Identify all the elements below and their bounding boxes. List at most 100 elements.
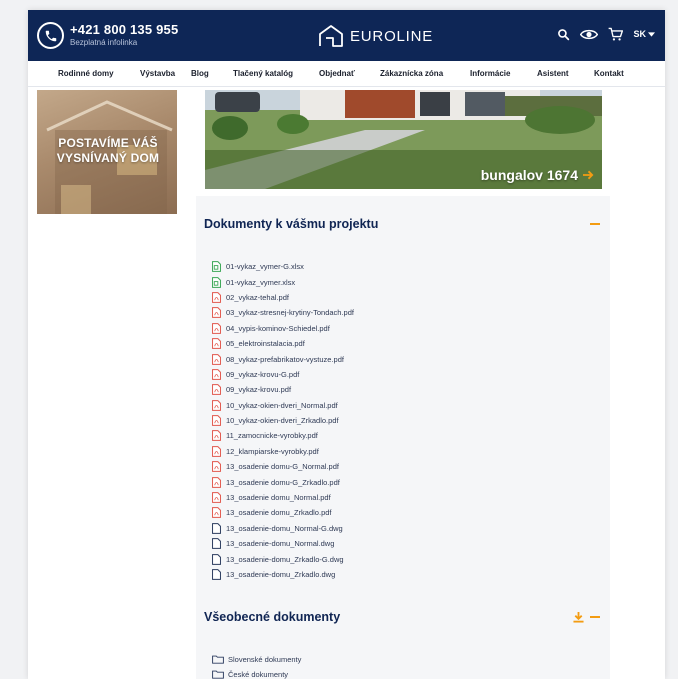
- file-name: 13_osadenie-domu_Normal-G.dwg: [226, 523, 343, 533]
- phone-number[interactable]: +421 800 135 955: [70, 22, 178, 37]
- house-logo-icon: [319, 25, 343, 47]
- project-documents-header[interactable]: Dokumenty k vášmu projektu: [204, 217, 600, 231]
- banner-text: POSTAVÍME VÁŠ VYSNÍVANÝ DOM: [49, 136, 167, 166]
- file-item[interactable]: 13_osadenie-domu_Normal.dwg: [212, 536, 354, 551]
- file-item[interactable]: 13_osadenie domu_Zrkadlo.pdf: [212, 505, 354, 520]
- general-documents-actions: [573, 611, 600, 623]
- excel-file-icon: [212, 276, 221, 288]
- pdf-file-icon: [212, 399, 221, 411]
- pdf-file-icon: [212, 338, 221, 349]
- file-name: 02_vykaz-tehal.pdf: [226, 292, 289, 302]
- file-item[interactable]: 02_vykaz-tehal.pdf: [212, 290, 354, 305]
- arrow-right-icon: [583, 170, 594, 180]
- folder-name: České dokumenty: [228, 670, 289, 679]
- file-item[interactable]: 09_vykaz-krovu.pdf: [212, 382, 354, 397]
- file-item[interactable]: 01-vykaz_vymer.xlsx: [212, 274, 354, 289]
- search-icon[interactable]: [557, 28, 570, 41]
- nav-item-tlaceny-katalog[interactable]: Tlačený katalóg: [233, 69, 319, 78]
- file-name: 13_osadenie-domu_Normal.dwg: [226, 539, 335, 549]
- file-item[interactable]: 12_klampiarske-vyrobky.pdf: [212, 444, 354, 459]
- hero-label-text: bungalov 1674: [480, 167, 578, 183]
- project-documents-title: Dokumenty k vášmu projektu: [204, 217, 379, 231]
- file-item[interactable]: 11_zamocnicke-vyrobky.pdf: [212, 428, 354, 443]
- pdf-file-icon: [212, 492, 221, 503]
- file-item[interactable]: 05_elektroinstalacia.pdf: [212, 336, 354, 351]
- file-name: 13_osadenie domu-G_Normal.pdf: [226, 462, 339, 472]
- nav-item-zakaznicka-zona[interactable]: Zákaznícka zóna: [380, 69, 470, 78]
- logo[interactable]: EUROLINE: [318, 23, 433, 49]
- file-item[interactable]: 10_vykaz-okien-dveri_Normal.pdf: [212, 398, 354, 413]
- download-icon[interactable]: [573, 611, 584, 623]
- nav-item-vystavba[interactable]: Výstavba: [140, 69, 191, 78]
- file-name: 09_vykaz-krovu-G.pdf: [226, 369, 300, 379]
- file-name: 03_vykaz-stresnej-krytiny-Tondach.pdf: [226, 308, 354, 318]
- phone-icon[interactable]: [37, 22, 64, 49]
- file-name: 13_osadenie domu_Normal.pdf: [226, 493, 331, 503]
- file-item[interactable]: 13_osadenie-domu_Zrkadlo.dwg: [212, 567, 354, 582]
- file-item[interactable]: 04_vypis-kominov-Schiedel.pdf: [212, 321, 354, 336]
- top-bar: +421 800 135 955 Bezplatná infolinka EUR…: [28, 10, 665, 61]
- nav-item-blog[interactable]: Blog: [191, 69, 233, 78]
- file-name: 09_vykaz-krovu.pdf: [226, 385, 292, 395]
- file-item[interactable]: 01-vykaz_vymer-G.xlsx: [212, 259, 354, 274]
- file-name: 10_vykaz-okien-dveri_Zrkadlo.pdf: [226, 416, 339, 426]
- file-icon: [212, 553, 221, 565]
- cart-icon[interactable]: [608, 27, 624, 41]
- folder-item[interactable]: České dokumenty: [212, 667, 301, 679]
- pdf-file-icon: [212, 384, 221, 396]
- file-name: 13_osadenie-domu_Zrkadlo.dwg: [226, 570, 336, 579]
- file-name: 10_vykaz-okien-dveri_Normal.pdf: [226, 400, 338, 410]
- project-hero-image[interactable]: bungalov 1674: [205, 90, 602, 189]
- file-name: 13_osadenie domu-G_Zrkadlo.pdf: [226, 477, 340, 487]
- top-icons: SK: [557, 27, 655, 41]
- pdf-file-icon: [212, 507, 221, 519]
- file-name: 08_vykaz-prefabrikatov-vystuze.pdf: [226, 354, 344, 364]
- general-folder-list: Slovenské dokumenty České dokumenty: [212, 652, 301, 679]
- file-name: 12_klampiarske-vyrobky.pdf: [226, 446, 319, 456]
- general-documents-header[interactable]: Všeobecné dokumenty: [204, 610, 600, 624]
- nav-item-rodinne-domy[interactable]: Rodinné domy: [58, 69, 140, 78]
- pdf-file-icon: [212, 307, 221, 319]
- logo-text: EUROLINE: [350, 27, 434, 45]
- language-selector[interactable]: SK: [633, 29, 655, 39]
- pdf-file-icon: [212, 446, 221, 457]
- pdf-file-icon: [212, 353, 221, 365]
- nav-item-objednat[interactable]: Objednať: [319, 69, 380, 78]
- folder-name: Slovenské dokumenty: [228, 655, 302, 664]
- file-item[interactable]: 13_osadenie domu-G_Normal.pdf: [212, 459, 354, 474]
- folder-item[interactable]: Slovenské dokumenty: [212, 652, 301, 667]
- language-label: SK: [633, 29, 646, 39]
- project-file-list: 01-vykaz_vymer-G.xlsx 01-vykaz_vymer.xlsx…: [212, 259, 354, 582]
- file-name: 05_elektroinstalacia.pdf: [226, 339, 305, 349]
- file-item[interactable]: 13_osadenie domu_Normal.pdf: [212, 490, 354, 505]
- eye-icon[interactable]: [580, 28, 599, 41]
- nav-item-asistent[interactable]: Asistent: [537, 69, 594, 78]
- nav-item-kontakt[interactable]: Kontakt: [594, 69, 624, 78]
- file-name: 01-vykaz_vymer-G.xlsx: [226, 262, 304, 272]
- promo-banner[interactable]: POSTAVÍME VÁŠ VYSNÍVANÝ DOM: [37, 90, 177, 214]
- pdf-file-icon: [212, 369, 221, 380]
- file-item[interactable]: 10_vykaz-okien-dveri_Zrkadlo.pdf: [212, 413, 354, 428]
- collapse-icon[interactable]: [590, 616, 600, 618]
- file-item[interactable]: 13_osadenie-domu_Zrkadlo-G.dwg: [212, 551, 354, 566]
- hero-label[interactable]: bungalov 1674: [481, 167, 594, 183]
- nav-item-informacie[interactable]: Informácie: [470, 69, 537, 78]
- pdf-file-icon: [212, 292, 221, 303]
- pdf-file-icon: [212, 461, 221, 473]
- general-documents-title: Všeobecné dokumenty: [204, 610, 341, 624]
- file-item[interactable]: 03_vykaz-stresnej-krytiny-Tondach.pdf: [212, 305, 354, 320]
- file-icon: [212, 522, 221, 534]
- documents-panel: Dokumenty k vášmu projektu 01-vykaz_vyme…: [196, 196, 610, 679]
- excel-file-icon: [212, 261, 221, 273]
- file-item[interactable]: 09_vykaz-krovu-G.pdf: [212, 367, 354, 382]
- collapse-icon[interactable]: [590, 223, 600, 225]
- folder-icon: [212, 670, 224, 679]
- chevron-down-icon: [648, 31, 655, 37]
- file-item[interactable]: 13_osadenie-domu_Normal-G.dwg: [212, 521, 354, 536]
- page: +421 800 135 955 Bezplatná infolinka EUR…: [28, 10, 665, 679]
- file-icon: [212, 538, 221, 550]
- file-item[interactable]: 08_vykaz-prefabrikatov-vystuze.pdf: [212, 351, 354, 366]
- file-name: 13_osadenie-domu_Zrkadlo-G.dwg: [226, 554, 344, 564]
- file-item[interactable]: 13_osadenie domu-G_Zrkadlo.pdf: [212, 474, 354, 489]
- folder-icon: [212, 655, 224, 664]
